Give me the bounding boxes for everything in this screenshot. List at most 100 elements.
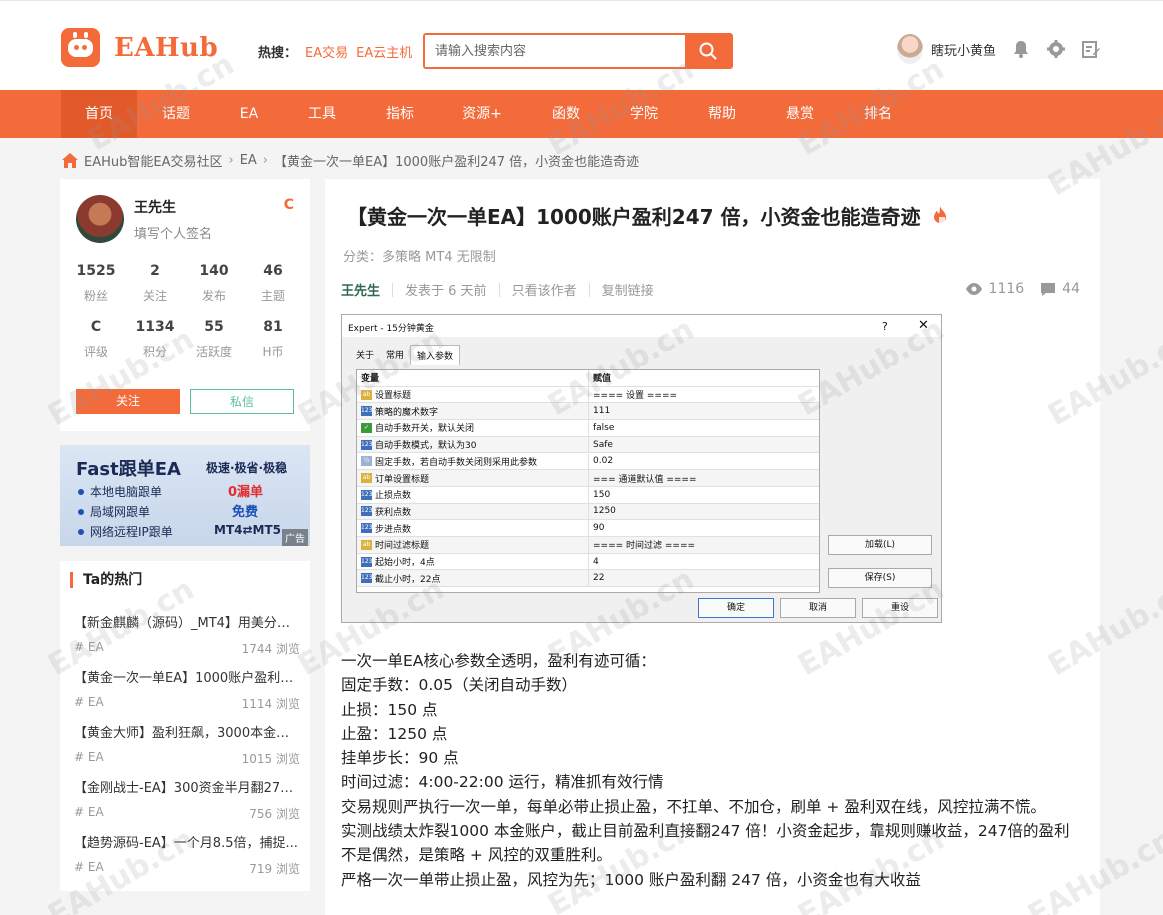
grid-row: 123 步进点数 90 (357, 520, 819, 537)
grid-row: 123 策略的魔术数字 111 (357, 403, 819, 421)
author-profile-card: 王先生 填写个人签名 C 1525 粉丝 2 关注 140 发布 46 主题 C 评级 1… (60, 179, 310, 431)
stat-points: 1134 积分 (135, 319, 175, 359)
nav-item-bounty[interactable]: 悬赏 (762, 90, 838, 138)
dialog-tab-about: 关于 (356, 351, 375, 361)
grid-row: 123 自动手数模式，默认为30 Safe (357, 436, 819, 454)
breadcrumb-separator: › (262, 153, 268, 168)
hot-search-label: 热搜： (258, 46, 298, 61)
breadcrumb-separator: › (228, 153, 234, 168)
ad-banner[interactable]: Fast跟单EA 极速·极省·极稳 本地电脑跟单 0漏单 局域网跟单 免费 网络… (60, 445, 310, 546)
article-category: 分类：多策略 MT4 无限制 (343, 250, 496, 265)
search-button[interactable] (685, 35, 731, 67)
breadcrumb-site[interactable]: EAHub智能EA交易社区 (84, 151, 222, 170)
user-avatar[interactable] (897, 34, 923, 64)
message-button[interactable]: 私信 (190, 389, 294, 414)
number-param-icon: 123 (361, 506, 373, 517)
comment-count[interactable]: 44 (1062, 281, 1080, 297)
logo-text: EAHub (114, 32, 219, 63)
nav-item-resources[interactable]: 资源+ (444, 90, 520, 138)
search-input[interactable] (425, 35, 685, 67)
author-level-badge: C (283, 197, 294, 213)
article-stats: 1116 44 (965, 281, 1080, 297)
number-param-icon: 123 (361, 573, 373, 584)
hot-link-ea-cloud[interactable]: EA云主机 (356, 42, 412, 61)
number-param-icon: 123 (361, 439, 373, 450)
article-paragraph: 止盈：1250 点 (341, 724, 448, 743)
author-name[interactable]: 王先生 (134, 197, 176, 217)
follow-button[interactable]: 关注 (76, 389, 180, 414)
breadcrumb-category[interactable]: EA (240, 153, 257, 168)
hot-link-ea-trading[interactable]: EA交易 (305, 42, 348, 61)
grid-row: ab 时间过滤标题 ==== 时间过滤 ==== (357, 537, 819, 554)
grid-row: 123 获利点数 1250 (357, 503, 819, 521)
dialog-tab-inputs: 输入参数 (410, 345, 461, 365)
article-card: 【黄金一次一单EA】1000账户盈利247 倍，小资金也能造奇迹 分类：多策略 … (325, 179, 1100, 915)
dialog-cancel-button: 取消 (780, 598, 856, 618)
user-menu[interactable]: 瞎玩小黄鱼 (897, 34, 996, 64)
string-param-icon: ab (361, 389, 372, 400)
ea-parameters-screenshot: Expert - 15分钟黄金 ? ✕ 关于 常用 输入参数 变量 赋值 ab 设置… (341, 314, 942, 623)
main-nav: 首页 话题 EA 工具 指标 资源+ 函数 学院 帮助 悬赏 排名 (0, 90, 1163, 138)
article-body: 一次一单EA核心参数全透明，盈利有迹可循： 固定手数：0.05（关闭自动手数） … (341, 649, 1081, 892)
hot-post-item[interactable]: 【黄金一次一单EA】1000账户盈利2... # EA 1114 浏览 (74, 667, 300, 712)
grid-row: ✓ 自动手数开关，默认关闭 false (357, 420, 819, 437)
article-paragraph: 止损：150 点 (341, 700, 438, 719)
ad-row-value: MT4⇄MT5 (214, 523, 282, 537)
breadcrumb: EAHub智能EA交易社区 › EA › 【黄金一次一单EA】1000账户盈利2… (62, 151, 639, 170)
username[interactable]: 瞎玩小黄鱼 (931, 40, 996, 59)
ad-subtitle: 极速·极省·极稳 (206, 461, 288, 475)
number-param-icon: 123 (361, 489, 373, 500)
dialog-tab-common: 常用 (386, 351, 405, 361)
dialog-tabs: 关于 常用 输入参数 (350, 345, 461, 365)
gear-icon[interactable] (1046, 39, 1065, 58)
site-logo[interactable]: EAHub (61, 28, 218, 67)
header: EAHub 热搜： EA交易 EA云主机 瞎玩小黄鱼 (0, 0, 1163, 90)
author-hot-posts: Ta的热门 【新金麒麟（源码）_MT4】用美分跑... # EA 1744 浏览 … (60, 561, 310, 891)
dialog-ok-button: 确定 (698, 598, 774, 618)
nav-item-indicators[interactable]: 指标 (362, 90, 438, 138)
dialog-save-button: 保存(S) (828, 568, 932, 588)
stat-topics[interactable]: 46 主题 (243, 263, 303, 304)
nav-item-home[interactable]: 首页 (61, 90, 137, 138)
dialog-title: Expert - 15分钟黄金 (348, 324, 434, 334)
stat-following[interactable]: 2 关注 (125, 263, 185, 304)
nav-item-topics[interactable]: 话题 (138, 90, 214, 138)
copy-link[interactable]: 复制链接 (602, 280, 654, 299)
search-icon (699, 42, 717, 60)
hot-post-item[interactable]: 【黄金大师】盈利狂飙，3000本金干... # EA 1015 浏览 (74, 722, 300, 767)
nav-item-ea[interactable]: EA (211, 90, 287, 138)
bell-icon[interactable] (1011, 39, 1030, 58)
view-count: 1116 (988, 281, 1025, 297)
nav-item-functions[interactable]: 函数 (528, 90, 604, 138)
article-paragraph: 交易规则严执行一次一单，每单必带止损止盈，不扛单、不加仓，刷单 + 盈利双在线，… (341, 797, 1046, 816)
hot-post-item[interactable]: 【新金麒麟（源码）_MT4】用美分跑... # EA 1744 浏览 (74, 612, 300, 657)
ad-row-value: 0漏单 (228, 485, 264, 500)
stat-fans[interactable]: 1525 粉丝 (66, 263, 126, 304)
parameters-grid: 变量 赋值 ab 设置标题 ==== 设置 ==== 123 策略的魔术数字 111 ✓ 自… (356, 369, 820, 593)
article-author[interactable]: 王先生 (341, 280, 380, 299)
only-author-link[interactable]: 只看该作者 (512, 280, 577, 299)
hot-search: 热搜： EA交易 EA云主机 (258, 42, 412, 61)
eye-icon (965, 283, 982, 295)
hot-posts-title: Ta的热门 (70, 572, 142, 588)
edit-icon[interactable] (1081, 39, 1100, 58)
nav-item-academy[interactable]: 学院 (606, 90, 682, 138)
nav-item-ranking[interactable]: 排名 (840, 90, 916, 138)
author-avatar[interactable] (76, 195, 124, 243)
nav-item-tools[interactable]: 工具 (284, 90, 360, 138)
comment-icon (1041, 282, 1056, 296)
grid-row: 123 止损点数 150 (357, 486, 819, 504)
grid-header: 变量 赋值 (357, 370, 819, 387)
bool-param-icon: ✓ (361, 422, 372, 433)
hot-fire-icon (933, 205, 946, 223)
home-icon[interactable] (62, 153, 78, 168)
article-paragraph: 时间过滤：4:00-22:00 运行，精准抓有效行情 (341, 773, 664, 792)
hot-post-item[interactable]: 【趋势源码-EA】一个月8.5倍，捕捉... # EA 719 浏览 (74, 832, 300, 877)
hot-post-item[interactable]: 【金刚战士-EA】300资金半月翻27倍... # EA 756 浏览 (74, 777, 300, 822)
logo-icon (61, 28, 100, 67)
stat-posts[interactable]: 140 发布 (184, 263, 244, 304)
search-box (423, 33, 733, 69)
author-signature: 填写个人签名 (134, 227, 213, 242)
article-paragraph: 严格一次一单带止损止盈，风控为先；1000 账户盈利翻 247 倍，小资金也有大… (341, 870, 921, 889)
nav-item-help[interactable]: 帮助 (684, 90, 760, 138)
